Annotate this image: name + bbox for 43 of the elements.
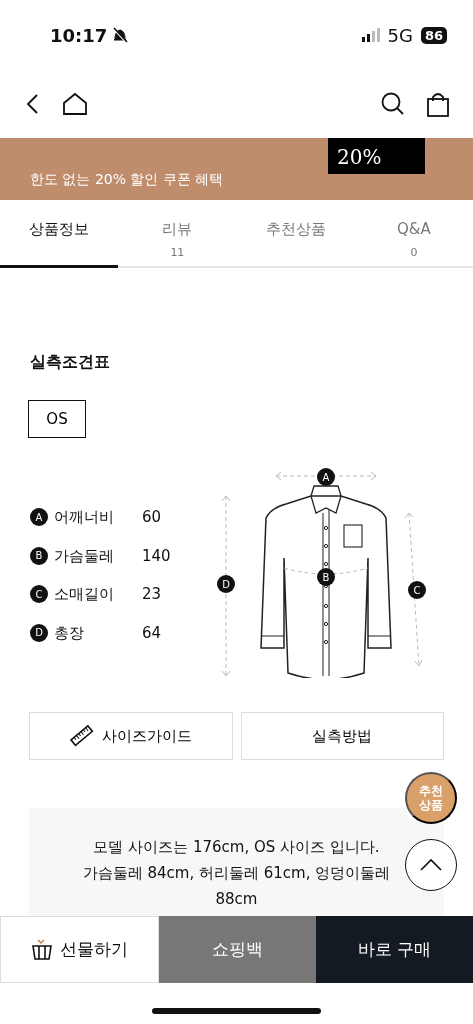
gift-button[interactable]: 선물하기	[0, 916, 159, 983]
marker-badge: C	[30, 585, 48, 604]
marker-badge: A	[317, 468, 335, 486]
section-title: 실측조견표	[30, 351, 111, 373]
coupon-graphic: 20%	[328, 138, 425, 174]
ruler-icon	[69, 724, 94, 748]
bell-slash-icon	[111, 26, 130, 44]
gift-icon	[31, 939, 52, 960]
measurement-value: 23	[142, 584, 162, 605]
tab[interactable]: 리뷰 11	[118, 200, 237, 268]
banner-text: 한도 없는 20% 할인 쿠폰 혜택	[30, 169, 224, 189]
tab[interactable]: 상품정보	[0, 200, 119, 268]
size-guide-button[interactable]: 사이즈가이드	[29, 712, 233, 760]
measurement-value: 140	[142, 545, 171, 567]
measurement-label: 어깨너비	[54, 507, 115, 528]
tab[interactable]: 추천상품	[236, 200, 355, 268]
clock-time: 10:17	[50, 23, 108, 48]
marker-badge: D	[217, 575, 235, 593]
marker-badge: B	[30, 546, 48, 565]
search-icon[interactable]	[381, 92, 405, 116]
tab[interactable]: Q&A 0	[354, 200, 473, 268]
size-option[interactable]: OS	[28, 400, 86, 438]
network-label: 5G	[387, 23, 413, 48]
marker-badge: D	[30, 623, 48, 642]
shopping-bag-button[interactable]: 쇼핑백	[159, 916, 316, 983]
battery-level: 86	[420, 26, 447, 44]
signal-icon	[361, 28, 380, 42]
measurement-value: 60	[142, 507, 162, 528]
tab-count: 11	[170, 244, 185, 261]
measurement-label: 가슴둘레	[54, 545, 115, 567]
promo-banner[interactable]: 한도 없는 20% 할인 쿠폰 혜택 20%	[0, 138, 473, 200]
measure-method-button[interactable]: 실측방법	[240, 712, 444, 760]
measurement-label: 총장	[54, 622, 85, 644]
marker-badge: A	[30, 508, 48, 527]
home-icon[interactable]	[62, 92, 88, 116]
back-icon[interactable]	[24, 92, 40, 116]
buy-now-button[interactable]: 바로 구매	[316, 916, 473, 983]
marker-badge: C	[408, 581, 426, 599]
tab-count: 0	[410, 244, 418, 261]
shopping-bag-icon[interactable]	[427, 91, 449, 117]
measurement-value: 64	[142, 622, 162, 644]
measurement-label: 소매길이	[54, 584, 115, 605]
chevron-up-icon	[419, 858, 443, 872]
